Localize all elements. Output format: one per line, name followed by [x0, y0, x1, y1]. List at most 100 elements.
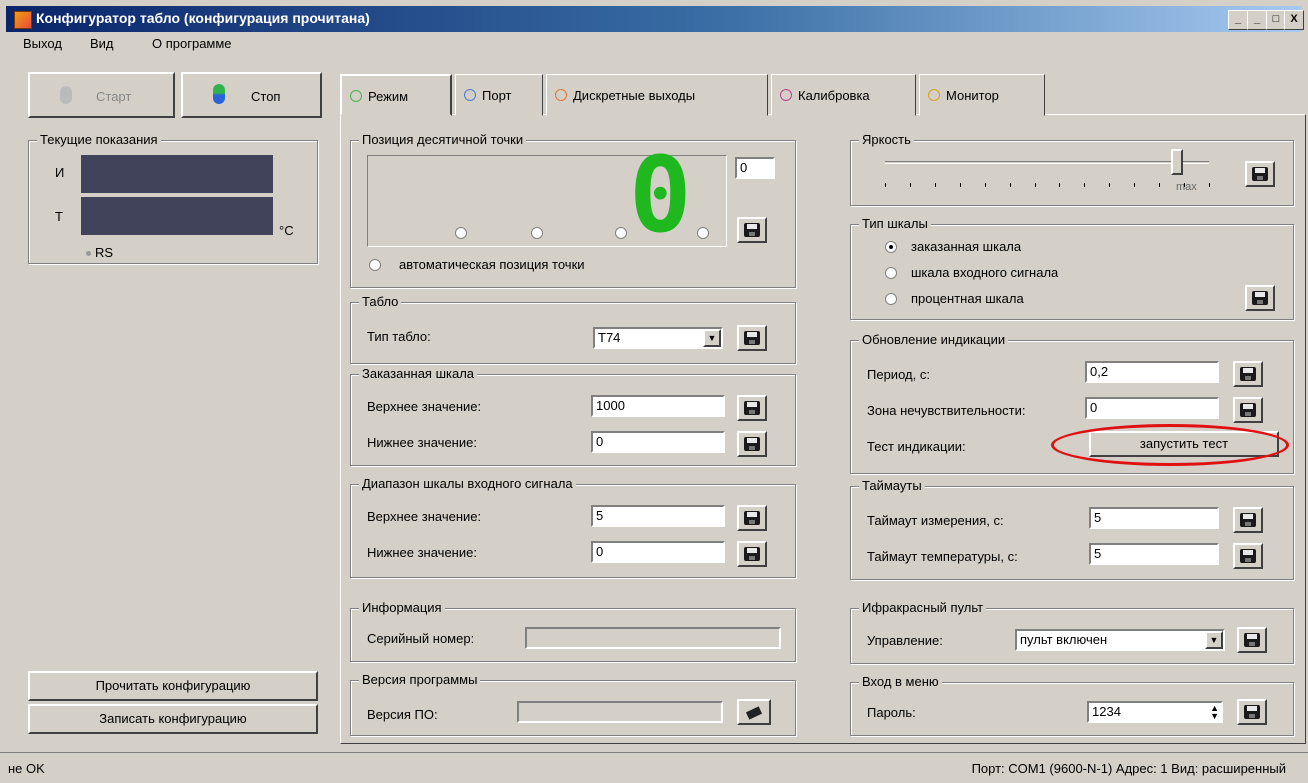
input-range-group: Диапазон шкалы входного сигнала Верхнее …: [350, 476, 796, 578]
digit-display: 0: [629, 134, 692, 256]
menu-about[interactable]: О программе: [152, 36, 232, 51]
brightness-slider-thumb[interactable]: [1170, 149, 1183, 175]
current-readings-group: Текущие показания И Т °С RS: [28, 132, 318, 264]
save-brightness-button[interactable]: [1245, 161, 1275, 187]
tab-calibration-label: Калибровка: [798, 88, 870, 103]
save-deadband-button[interactable]: [1233, 397, 1263, 423]
status-left: не OK: [8, 761, 45, 776]
save-range-lower-button[interactable]: [737, 541, 767, 567]
decimal-pos-0-radio[interactable]: [697, 227, 709, 239]
i-label: И: [55, 165, 65, 180]
save-ordered-upper-button[interactable]: [737, 395, 767, 421]
scale-input-radio[interactable]: [885, 267, 897, 279]
meas-timeout-input[interactable]: 5: [1089, 507, 1219, 529]
save-temp-timeout-button[interactable]: [1233, 543, 1263, 569]
ir-remote-legend: Ифракрасный пульт: [859, 600, 987, 615]
spinner-arrows-icon[interactable]: ▲ ▼: [1210, 704, 1219, 721]
scale-percent-radio[interactable]: [885, 293, 897, 305]
brightness-tick: [1059, 183, 1061, 187]
stop-button[interactable]: Стоп: [181, 72, 322, 118]
tab-discrete-outputs-icon: [555, 89, 567, 101]
write-config-button[interactable]: Записать конфигурацию: [28, 704, 318, 734]
status-right: Порт: COM1 (9600-N-1) Адрес: 1 Вид: расш…: [971, 761, 1286, 776]
ir-control-value: пульт включен: [1020, 632, 1108, 647]
close-button[interactable]: X: [1284, 10, 1304, 30]
serial-label: Серийный номер:: [367, 631, 475, 646]
t-display: [81, 197, 273, 235]
information-group: Информация Серийный номер:: [350, 600, 796, 662]
read-fw-button[interactable]: [737, 699, 771, 725]
save-icon: [744, 511, 760, 525]
tab-discrete-outputs[interactable]: Дискретные выходы: [546, 74, 768, 116]
password-value: 1234: [1092, 704, 1121, 719]
decimal-pos-3-radio[interactable]: [455, 227, 467, 239]
ordered-upper-label: Верхнее значение:: [367, 399, 482, 414]
menu-view[interactable]: Вид: [90, 36, 114, 51]
password-spinner[interactable]: 1234 ▲ ▼: [1087, 701, 1223, 723]
tablo-type-select[interactable]: T74 ▼: [593, 327, 723, 349]
chevron-down-icon[interactable]: ▼: [1205, 631, 1223, 649]
save-icon: [744, 401, 760, 415]
ordered-lower-label: Нижнее значение:: [367, 435, 477, 450]
tablo-type-value: T74: [598, 330, 621, 345]
decimal-pos-1-radio[interactable]: [615, 227, 627, 239]
save-icon: [1240, 403, 1256, 417]
t-label: Т: [55, 209, 63, 224]
window-title: Конфигуратор табло (конфигурация прочита…: [36, 10, 370, 26]
tab-port-icon: [464, 89, 476, 101]
save-tablo-button[interactable]: [737, 325, 767, 351]
temp-timeout-input[interactable]: 5: [1089, 543, 1219, 565]
ir-control-select[interactable]: пульт включен ▼: [1015, 629, 1225, 651]
tab-port[interactable]: Порт: [455, 74, 543, 116]
save-ir-button[interactable]: [1237, 627, 1267, 653]
menu-entry-legend: Вход в меню: [859, 674, 942, 689]
read-config-button[interactable]: Прочитать конфигурацию: [28, 671, 318, 701]
scale-ordered-label: заказанная шкала: [911, 239, 1022, 254]
tab-monitor-label: Монитор: [946, 88, 999, 103]
brightness-tick: [1184, 183, 1186, 187]
save-range-upper-button[interactable]: [737, 505, 767, 531]
brightness-max-label: max: [1176, 181, 1197, 193]
menu-exit[interactable]: Выход: [23, 36, 62, 51]
save-scale-type-button[interactable]: [1245, 285, 1275, 311]
save-period-button[interactable]: [1233, 361, 1263, 387]
tab-mode-icon: [350, 90, 362, 102]
save-icon: [1252, 291, 1268, 305]
brightness-tick: [1009, 183, 1011, 187]
scale-input-label: шкала входного сигнала: [911, 265, 1059, 280]
tab-calibration[interactable]: Калибровка: [771, 74, 916, 116]
fw-version-field: [517, 701, 723, 723]
decimal-point-group: Позиция десятичной точки 0 0 автоматичес…: [350, 132, 796, 288]
range-lower-input[interactable]: 0: [591, 541, 725, 563]
ordered-lower-input[interactable]: 0: [591, 431, 725, 453]
auto-decimal-label: автоматическая позиция точки: [399, 257, 585, 272]
rs-indicator-icon: [86, 251, 91, 256]
deadband-input[interactable]: 0: [1085, 397, 1219, 419]
range-upper-input[interactable]: 5: [591, 505, 725, 527]
brightness-tick: [1134, 183, 1136, 187]
meas-timeout-label: Таймаут измерения, с:: [867, 513, 1004, 528]
chevron-down-icon[interactable]: ▼: [703, 329, 721, 347]
period-input[interactable]: 0,2: [1085, 361, 1219, 383]
minimize-button[interactable]: _: [1228, 10, 1248, 30]
tab-monitor[interactable]: Монитор: [919, 74, 1045, 116]
tab-calibration-icon: [780, 89, 792, 101]
save-icon: [1240, 549, 1256, 563]
save-password-button[interactable]: [1237, 699, 1267, 725]
maximize-button[interactable]: □: [1266, 10, 1286, 30]
start-label: Старт: [96, 89, 132, 104]
tab-mode[interactable]: Режим: [340, 74, 452, 116]
save-ordered-lower-button[interactable]: [737, 431, 767, 457]
minimize-all-button[interactable]: _: [1247, 10, 1267, 30]
status-bar: не OK Порт: COM1 (9600-N-1) Адрес: 1 Вид…: [0, 752, 1308, 783]
save-meas-timeout-button[interactable]: [1233, 507, 1263, 533]
ordered-upper-input[interactable]: 1000: [591, 395, 725, 417]
refresh-legend: Обновление индикации: [859, 332, 1009, 347]
decimal-pos-2-radio[interactable]: [531, 227, 543, 239]
start-button[interactable]: Старт: [28, 72, 175, 118]
decimal-position-value[interactable]: 0: [735, 157, 775, 179]
save-decimal-button[interactable]: [737, 217, 767, 243]
tab-port-label: Порт: [482, 88, 512, 103]
auto-decimal-radio[interactable]: [369, 259, 381, 271]
scale-ordered-radio[interactable]: [885, 241, 897, 253]
